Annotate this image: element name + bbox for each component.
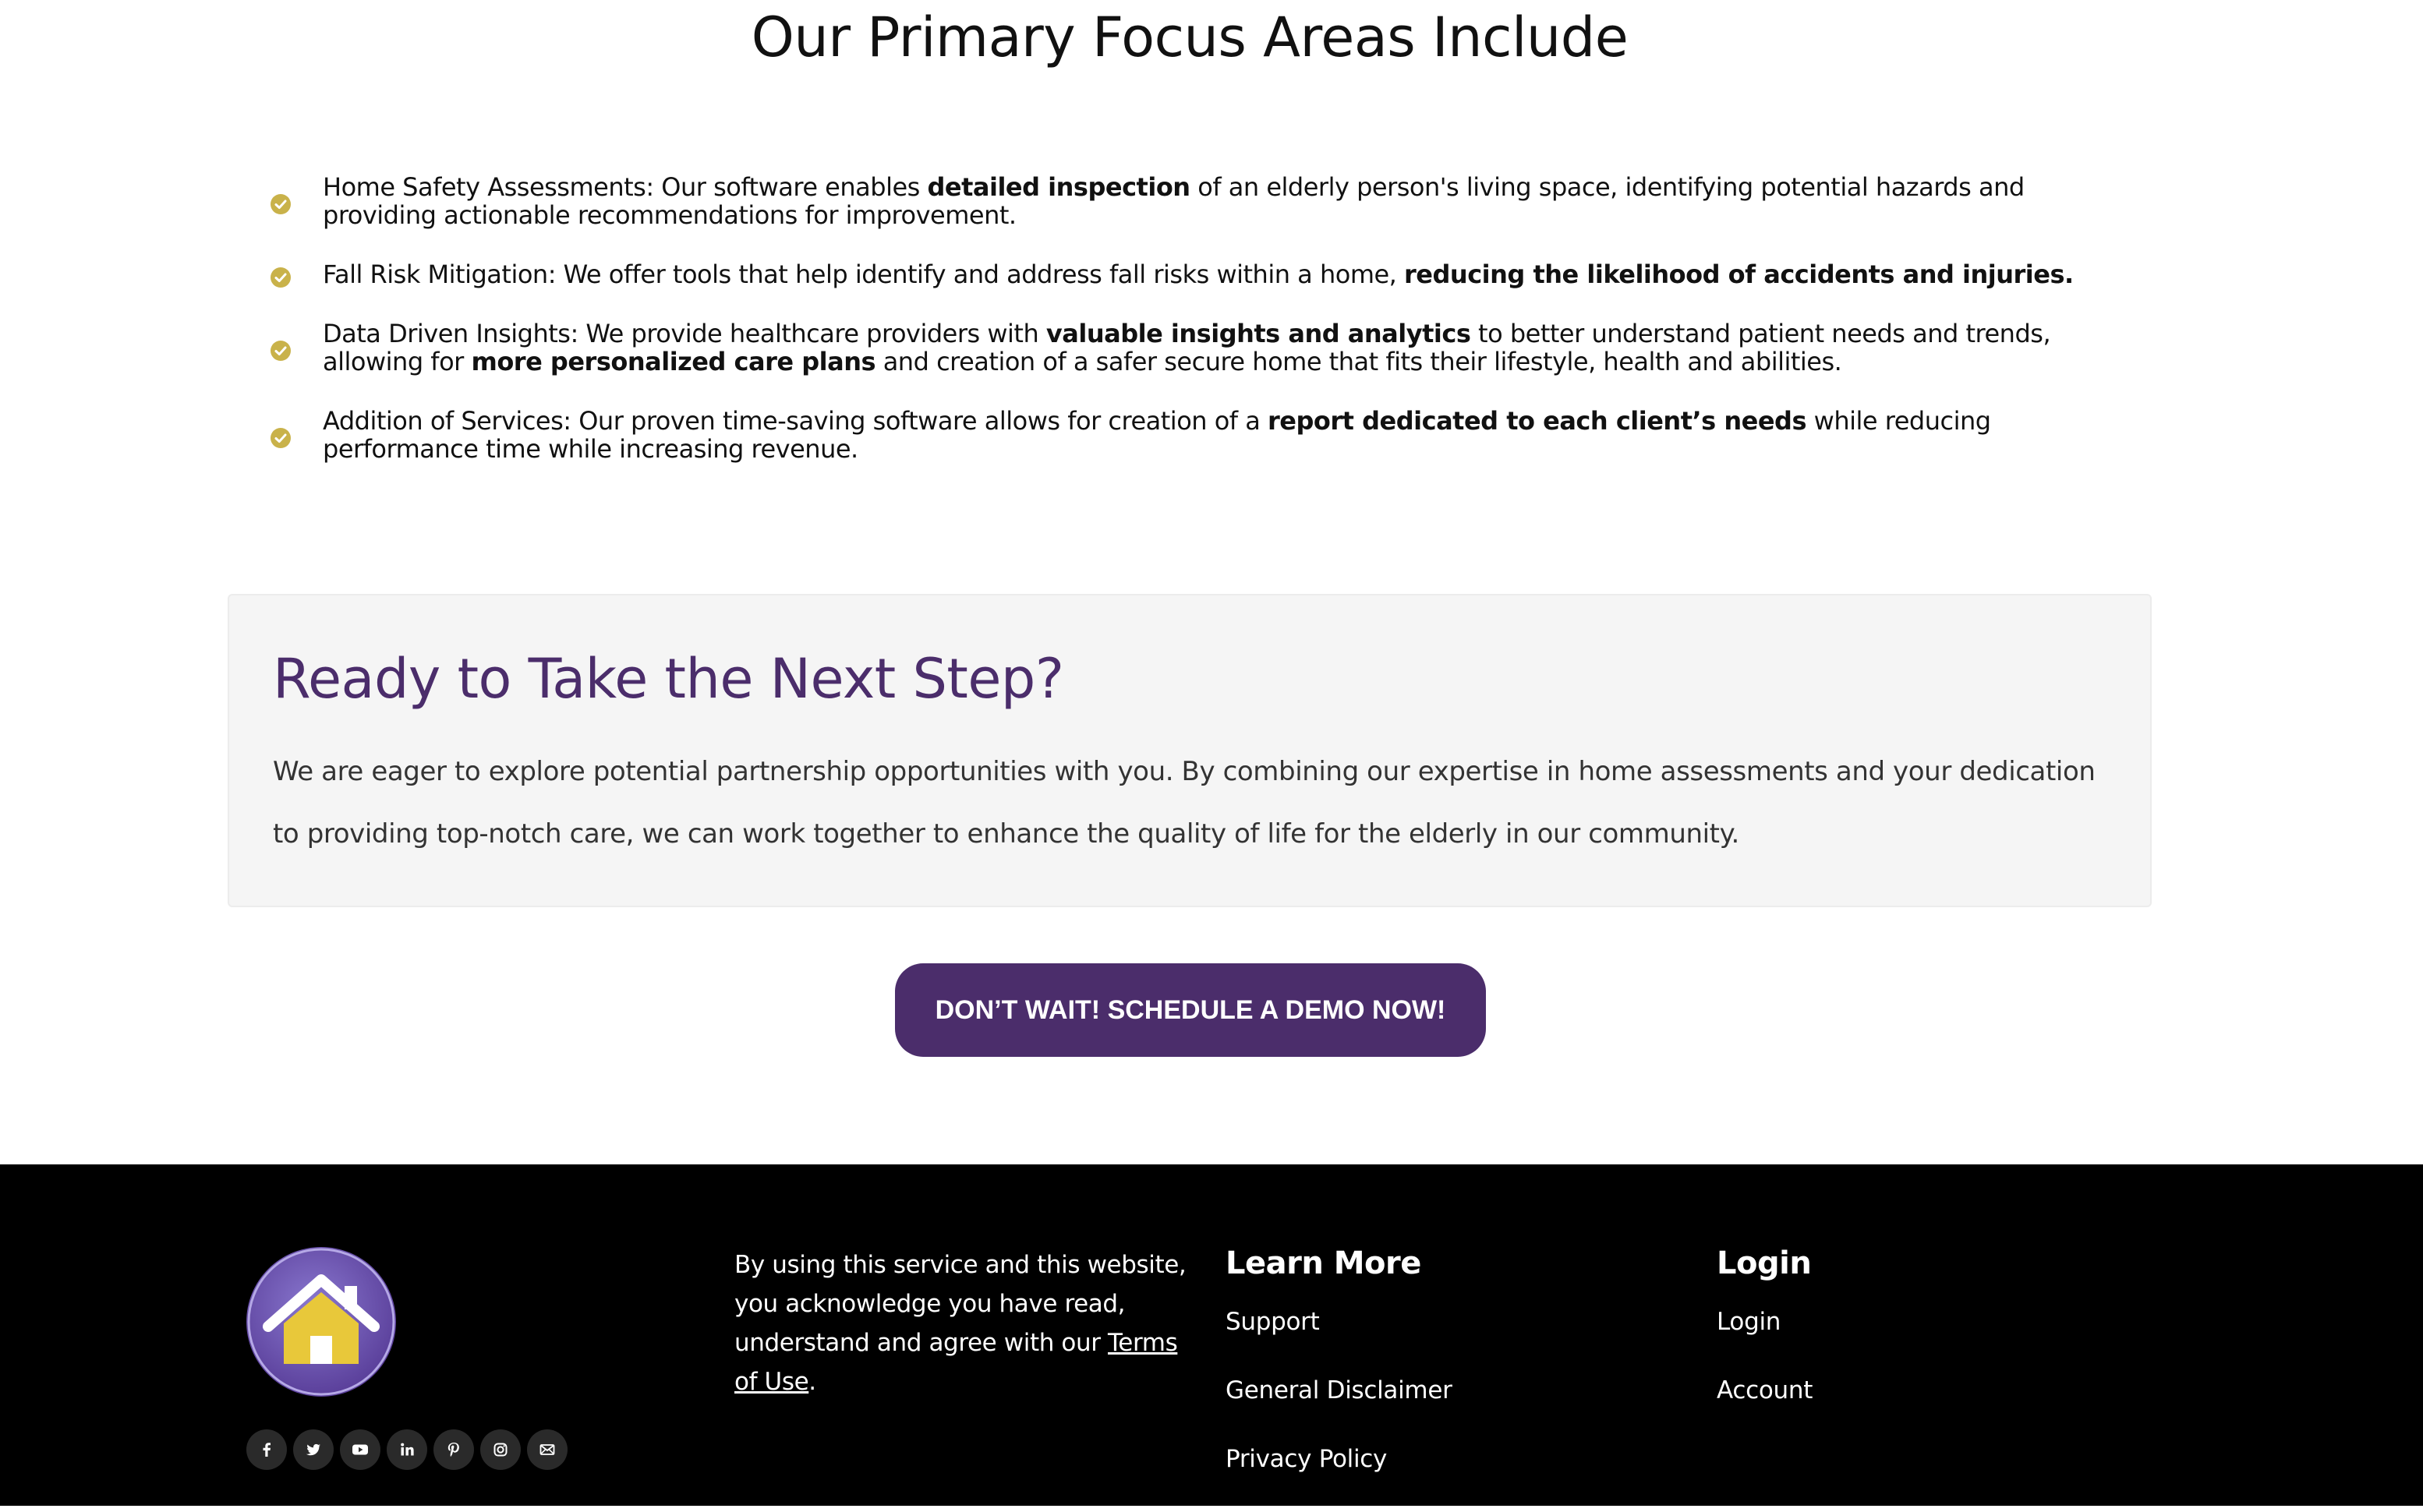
login-link[interactable]: Login <box>1717 1306 1813 1337</box>
partnership-paragraph: We are eager to explore potential partne… <box>273 756 2096 850</box>
instagram-icon[interactable] <box>480 1429 521 1470</box>
check-circle-icon <box>271 341 291 361</box>
house-logo-icon[interactable] <box>245 1245 398 1398</box>
login-column: Login Login Account <box>1717 1242 1813 1443</box>
focus-item-text: Data Driven Insights: We provide healthc… <box>323 319 2051 376</box>
terms-notice: By using this service and this website, … <box>734 1251 1187 1396</box>
social-links <box>246 1429 568 1470</box>
focus-item-text: Addition of Services: Our proven time-sa… <box>323 406 1991 464</box>
focus-item-data-insights: Data Driven Insights: We provide healthc… <box>265 320 2089 376</box>
general-disclaimer-link[interactable]: General Disclaimer <box>1226 1375 1452 1406</box>
schedule-demo-button[interactable]: DON’T WAIT! SCHEDULE A DEMO NOW! <box>895 963 1486 1057</box>
next-step-panel: Ready to Take the Next Step? We are eage… <box>228 594 2152 907</box>
login-heading: Login <box>1717 1245 1812 1281</box>
account-link[interactable]: Account <box>1717 1375 1813 1406</box>
pinterest-icon[interactable] <box>433 1429 474 1470</box>
check-circle-icon <box>271 194 291 214</box>
focus-item-home-safety: Home Safety Assessments: Our software en… <box>265 173 2089 229</box>
focus-item-fall-risk: Fall Risk Mitigation: We offer tools tha… <box>265 260 2089 288</box>
privacy-policy-link[interactable]: Privacy Policy <box>1226 1443 1452 1475</box>
support-link[interactable]: Support <box>1226 1306 1452 1337</box>
focus-item-addition-services: Addition of Services: Our proven time-sa… <box>265 407 2089 463</box>
focus-areas-heading: Our Primary Focus Areas Include <box>751 5 1629 69</box>
youtube-icon[interactable] <box>340 1429 380 1470</box>
mail-icon[interactable] <box>527 1429 568 1470</box>
check-circle-icon <box>271 267 291 288</box>
next-step-heading: Ready to Take the Next Step? <box>273 647 1064 711</box>
check-circle-icon <box>271 428 291 448</box>
twitter-icon[interactable] <box>293 1429 334 1470</box>
site-footer: By using this service and this website, … <box>0 1164 2423 1506</box>
learn-more-heading: Learn More <box>1226 1245 1421 1281</box>
focus-areas-list: Home Safety Assessments: Our software en… <box>265 173 2089 494</box>
linkedin-icon[interactable] <box>387 1429 427 1470</box>
learn-more-column: Learn More Support General Disclaimer Pr… <box>1226 1242 1452 1512</box>
facebook-icon[interactable] <box>246 1429 287 1470</box>
focus-item-text: Home Safety Assessments: Our software en… <box>323 172 2025 230</box>
focus-item-text: Fall Risk Mitigation: We offer tools tha… <box>323 260 2074 289</box>
